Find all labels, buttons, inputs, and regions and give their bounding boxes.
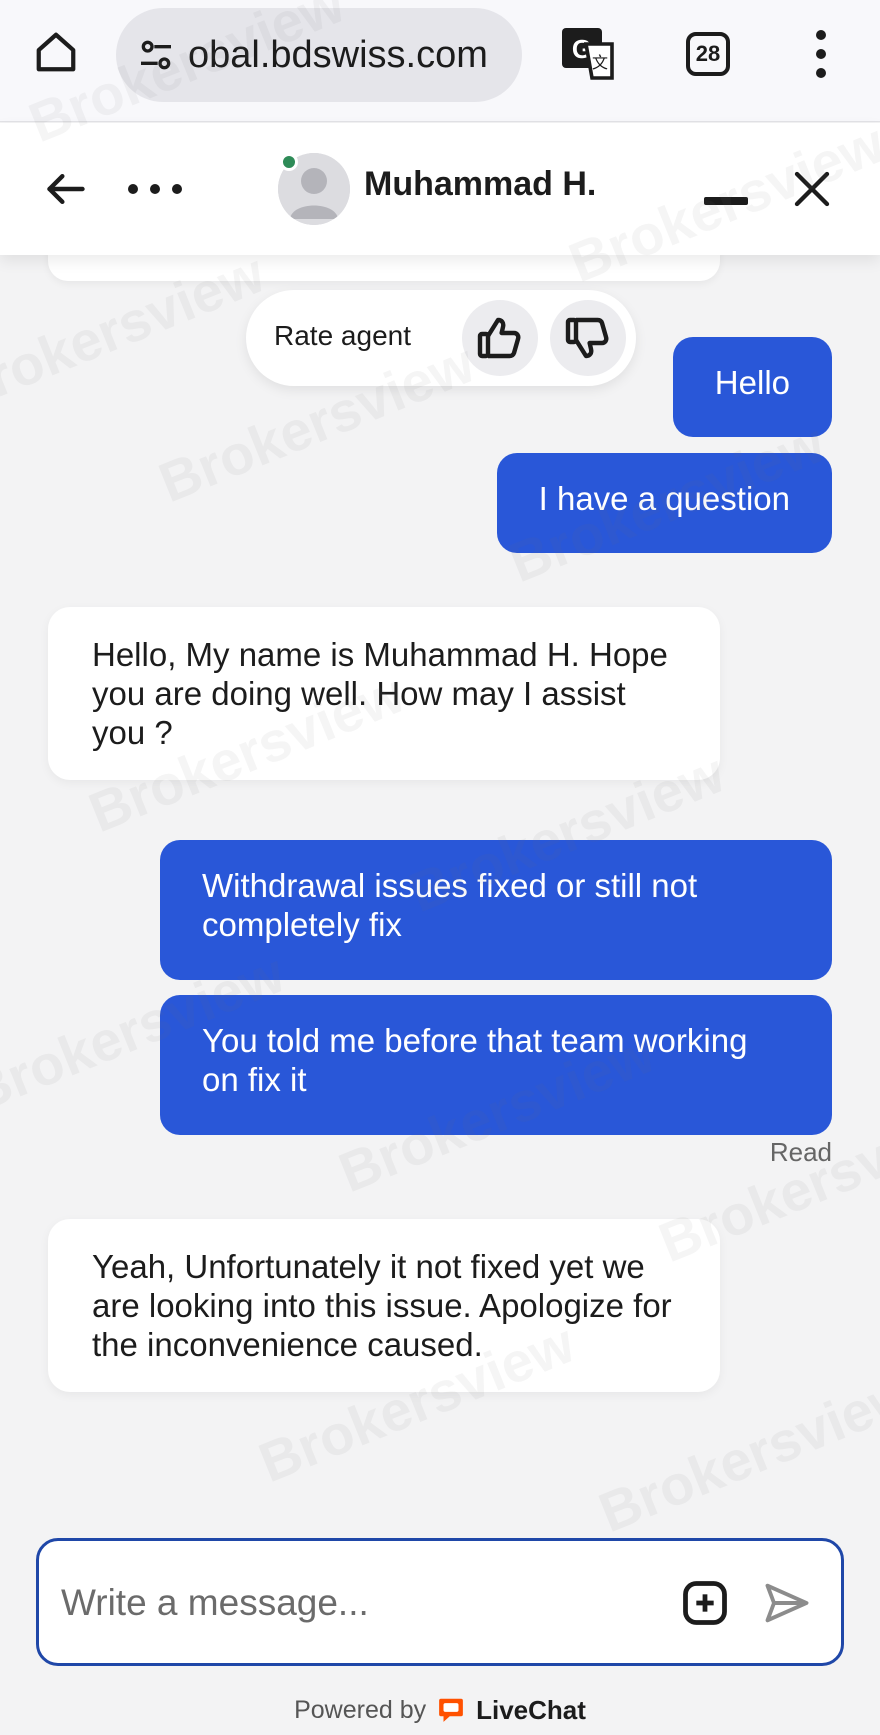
translate-icon[interactable]: G 文 <box>560 26 616 82</box>
tab-switcher-button[interactable]: 28 <box>686 32 730 76</box>
browser-toolbar: obal.bdswiss.com G 文 28 <box>0 0 880 122</box>
online-status-indicator <box>280 153 298 171</box>
attach-plus-icon[interactable] <box>679 1577 731 1629</box>
thumbs-down-icon <box>565 317 609 359</box>
site-settings-icon[interactable] <box>134 33 178 77</box>
outgoing-message: You told me before that team working on … <box>160 995 832 1135</box>
chat-transcript[interactable]: Rate agent Hello I have a question Hello… <box>0 235 880 1525</box>
read-receipt: Read <box>769 1137 832 1167</box>
message-composer <box>36 1538 844 1666</box>
outgoing-message: Hello <box>672 337 832 437</box>
agent-name: Muhammad H. <box>364 165 597 203</box>
livechat-brand[interactable]: LiveChat <box>476 1695 586 1726</box>
message-input[interactable] <box>61 1571 621 1635</box>
home-icon[interactable] <box>30 26 82 78</box>
send-icon[interactable] <box>761 1577 813 1629</box>
incoming-message: Yeah, Unfortunately it not fixed yet we … <box>48 1219 720 1392</box>
chat-header: Muhammad H. <box>0 123 880 255</box>
rate-agent-label: Rate agent <box>274 320 411 351</box>
thumbs-down-button[interactable] <box>550 300 626 376</box>
browser-menu-icon[interactable] <box>806 30 836 78</box>
back-arrow-icon[interactable] <box>44 167 88 211</box>
close-icon[interactable] <box>792 169 832 209</box>
outgoing-message: Withdrawal issues fixed or still not com… <box>160 840 832 980</box>
rate-agent-panel: Rate agent <box>246 290 636 386</box>
url-text: obal.bdswiss.com <box>188 33 488 76</box>
thumbs-up-icon <box>477 317 521 359</box>
address-bar[interactable]: obal.bdswiss.com <box>116 8 522 102</box>
minimize-icon[interactable] <box>704 197 748 205</box>
incoming-message: Hello, My name is Muhammad H. Hope you a… <box>48 607 720 780</box>
svg-text:文: 文 <box>592 53 608 72</box>
outgoing-message: I have a question <box>496 453 832 553</box>
more-options-icon[interactable] <box>128 179 182 199</box>
powered-by-footer: Powered by LiveChat <box>0 1690 880 1730</box>
powered-by-label: Powered by <box>294 1695 427 1724</box>
livechat-logo-icon <box>439 1698 463 1722</box>
tab-count: 28 <box>695 41 721 66</box>
thumbs-up-button[interactable] <box>462 300 538 376</box>
